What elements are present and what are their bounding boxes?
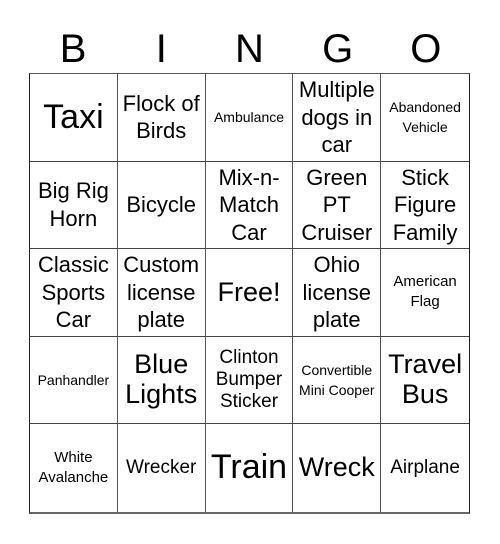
bingo-cell[interactable]: Blue Lights bbox=[117, 336, 206, 425]
bingo-header: B I N G O bbox=[29, 26, 470, 72]
bingo-cell[interactable]: Bicycle bbox=[117, 161, 206, 250]
bingo-cell[interactable]: Taxi bbox=[30, 74, 118, 162]
bingo-cell[interactable]: Travel Bus bbox=[381, 337, 469, 425]
bingo-cell[interactable]: Classic Sports Car bbox=[30, 249, 118, 337]
header-letter-g: G bbox=[322, 27, 354, 71]
free-space-cell[interactable]: Free! bbox=[205, 249, 294, 337]
header-letter-i: I bbox=[155, 27, 167, 71]
bingo-cell[interactable]: Panhandler bbox=[30, 336, 118, 425]
bingo-cell[interactable]: Airplane bbox=[381, 424, 469, 512]
header-letter-o: O bbox=[410, 27, 442, 71]
bingo-cell[interactable]: Clinton Bumper Sticker bbox=[205, 336, 294, 425]
bingo-cell[interactable]: Wreck bbox=[293, 424, 382, 512]
bingo-cell[interactable]: Green PT Cruiser bbox=[293, 161, 382, 250]
bingo-cell[interactable]: Custom license plate bbox=[117, 249, 206, 337]
bingo-cell[interactable]: Stick Figure Family bbox=[381, 162, 469, 250]
header-letter-b: B bbox=[59, 27, 87, 71]
bingo-grid: Taxi Flock of Birds Ambulance Multiple d… bbox=[29, 73, 470, 514]
bingo-cell[interactable]: Train bbox=[206, 424, 294, 512]
bingo-cell[interactable]: Flock of Birds bbox=[117, 74, 206, 162]
bingo-cell[interactable]: Ambulance bbox=[205, 74, 294, 162]
bingo-cell[interactable]: Mix-n-Match Car bbox=[205, 161, 294, 250]
bingo-cell[interactable]: Ohio license plate bbox=[293, 249, 382, 337]
bingo-cell[interactable]: American Flag bbox=[381, 249, 469, 337]
bingo-cell[interactable]: Multiple dogs in car bbox=[293, 74, 382, 162]
header-letter-n: N bbox=[235, 27, 264, 71]
bingo-cell[interactable]: Big Rig Horn bbox=[30, 161, 118, 250]
bingo-cell[interactable]: Wrecker bbox=[118, 424, 206, 512]
bingo-cell[interactable]: Abandoned Vehicle bbox=[381, 74, 469, 162]
bingo-cell[interactable]: White Avalanche bbox=[30, 424, 118, 512]
bingo-cell[interactable]: Convertible Mini Cooper bbox=[293, 336, 382, 425]
